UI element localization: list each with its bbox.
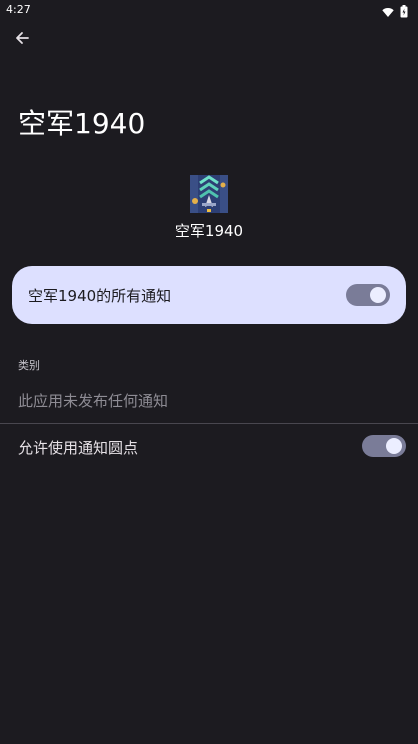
switch-thumb (386, 438, 402, 454)
switch-thumb (370, 287, 386, 303)
battery-icon (400, 3, 408, 22)
notification-dots-switch[interactable] (362, 435, 406, 457)
all-notifications-toggle-card[interactable]: 空军1940的所有通知 (12, 266, 406, 324)
all-notifications-label: 空军1940的所有通知 (28, 287, 172, 305)
page-title: 空军1940 (18, 107, 146, 140)
categories-header: 类别 (18, 359, 40, 372)
app-icon (190, 175, 228, 213)
app-name: 空军1940 (174, 222, 244, 240)
status-icons (382, 3, 408, 22)
status-bar: 4:27 (0, 0, 418, 20)
back-button[interactable] (8, 26, 36, 54)
wifi-icon (382, 3, 394, 22)
all-notifications-switch[interactable] (346, 284, 390, 306)
notification-dots-row[interactable]: 允许使用通知圆点 (0, 424, 418, 468)
notification-dots-label: 允许使用通知圆点 (18, 439, 139, 457)
no-notifications-text: 此应用未发布任何通知 (18, 392, 169, 410)
status-time: 4:27 (6, 3, 31, 16)
arrow-left-icon (14, 30, 30, 50)
